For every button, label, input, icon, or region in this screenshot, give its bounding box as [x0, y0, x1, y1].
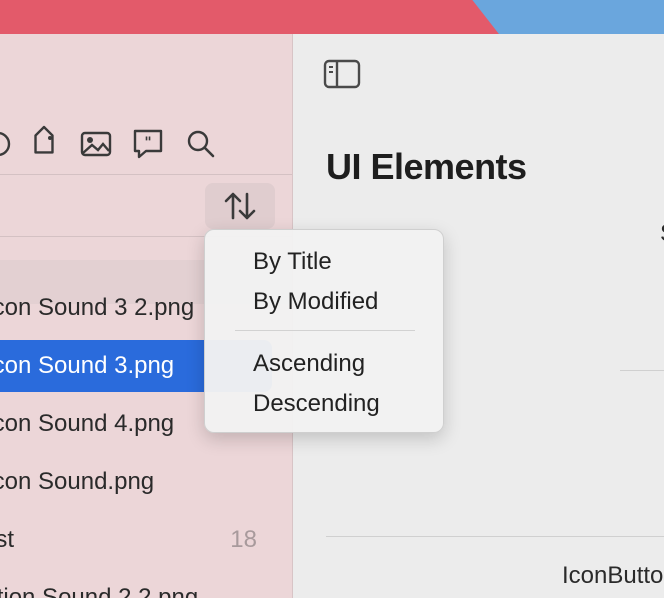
list-item-label: Test	[0, 526, 15, 553]
menu-item-ascending[interactable]: Ascending	[253, 348, 365, 380]
list-item[interactable]: Icon Sound.png	[0, 456, 292, 508]
menu-divider	[235, 330, 415, 331]
divider	[0, 174, 292, 175]
list-item[interactable]: Notation Sound 2 2.png	[0, 572, 292, 598]
circle-icon[interactable]	[0, 122, 20, 162]
page-title: UI Elements	[326, 146, 527, 187]
sort-arrows-icon	[224, 192, 256, 220]
list-item-label: Icon Sound 3 2.png	[0, 294, 195, 321]
sort-button[interactable]	[205, 183, 275, 229]
divider	[620, 370, 664, 371]
search-icon[interactable]	[182, 122, 218, 162]
list-item-label: Notation Sound 2 2.png	[0, 584, 199, 598]
image-icon[interactable]	[78, 122, 114, 162]
menu-item-descending[interactable]: Descending	[253, 388, 380, 420]
quote-bubble-icon[interactable]: "	[130, 122, 166, 162]
list-item-label: Icon Sound 4.png	[0, 410, 175, 437]
component-label: IconButton	[562, 562, 664, 589]
divider	[326, 536, 664, 537]
svg-text:": "	[144, 135, 151, 151]
menu-item-by-modified[interactable]: By Modified	[253, 286, 378, 318]
sidebar-toolbar: "	[0, 122, 292, 162]
sidebar-toggle-icon	[323, 59, 361, 89]
desktop-wallpaper	[0, 0, 664, 34]
item-count: 18	[230, 526, 257, 553]
list-item-label: Icon Sound.png	[0, 468, 155, 495]
tag-icon[interactable]	[26, 122, 62, 162]
sort-menu: By Title By Modified Ascending Descendin…	[204, 229, 444, 433]
menu-item-by-title[interactable]: By Title	[253, 246, 332, 278]
list-item[interactable]: Test 18	[0, 514, 292, 566]
sidebar-toggle-button[interactable]	[322, 58, 362, 90]
truncated-text: S	[660, 220, 664, 248]
list-item-label: Icon Sound 3.png	[0, 352, 175, 379]
